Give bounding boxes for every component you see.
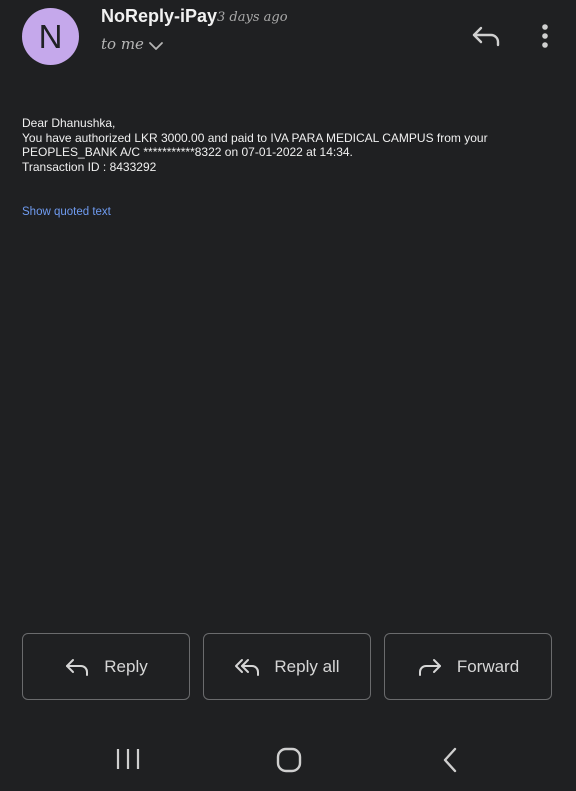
message-line: Dear Dhanushka, [22, 116, 116, 130]
reply-button[interactable]: Reply [22, 633, 190, 700]
message-line: PEOPLES_BANK A/C ***********8322 on 07-0… [22, 145, 353, 159]
sender-name: NoReply-iPay [101, 6, 218, 26]
recent-apps-icon[interactable] [114, 747, 142, 771]
avatar[interactable]: N [22, 8, 79, 65]
back-icon[interactable] [440, 746, 460, 774]
show-quoted-text-link[interactable]: Show quoted text [22, 206, 111, 218]
reply-icon[interactable] [471, 23, 501, 49]
reply-all-icon [235, 658, 260, 676]
home-icon[interactable] [275, 746, 303, 774]
forward-icon [418, 658, 441, 676]
system-navigation-bar [0, 725, 576, 791]
reply-button-label: Reply [104, 656, 148, 676]
recipient-label[interactable]: to me [101, 35, 144, 53]
reply-all-button[interactable]: Reply all [203, 633, 371, 700]
more-vert-icon[interactable] [535, 23, 555, 49]
reply-all-button-label: Reply all [274, 656, 340, 676]
message-line: Transaction ID : 8433292 [22, 159, 157, 174]
forward-button-label: Forward [456, 656, 520, 676]
message-line: You have authorized LKR 3000.00 and paid… [22, 130, 488, 145]
chevron-down-icon[interactable] [148, 40, 164, 52]
forward-button[interactable]: Forward [384, 633, 552, 700]
reply-icon [66, 658, 89, 676]
message-body: Dear Dhanushka, You have authorized LKR … [22, 116, 552, 174]
received-time: 3 days ago [217, 10, 288, 25]
